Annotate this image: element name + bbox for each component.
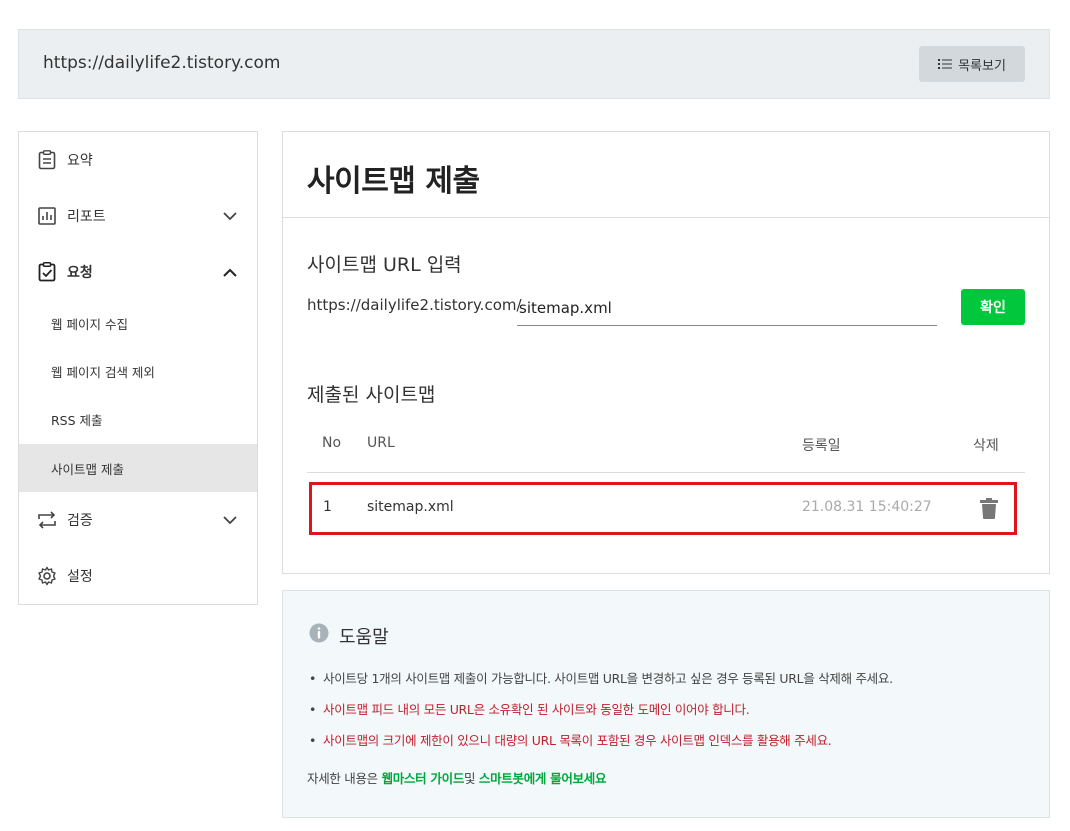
sidebar-subitem-label: 웹 페이지 수집 bbox=[51, 316, 128, 332]
sidebar-item-label: 리포트 bbox=[67, 209, 106, 225]
sidebar-subitem-label: 사이트맵 제출 bbox=[51, 461, 124, 477]
sidebar: 요약 리포트 요청 웹 페이지 수집 웹 페이지 검색 제외 RSS 제출 사이… bbox=[18, 131, 258, 605]
sidebar-item-report[interactable]: 리포트 bbox=[19, 192, 257, 240]
help-item-warning: 사이트맵의 크기에 제한이 있으니 대량의 URL 목록이 포함된 경우 사이트… bbox=[307, 725, 893, 756]
sidebar-item-label: 요약 bbox=[67, 153, 93, 169]
site-header: https://dailylife2.tistory.com 목록보기 bbox=[18, 29, 1050, 99]
list-view-label: 목록보기 bbox=[958, 58, 1006, 74]
row-url: sitemap.xml bbox=[367, 499, 454, 515]
confirm-button[interactable]: 확인 bbox=[961, 289, 1025, 325]
column-header-no: No bbox=[322, 435, 342, 451]
help-footer-mid: 및 bbox=[464, 771, 479, 786]
gear-icon bbox=[37, 566, 57, 586]
table-header-divider bbox=[307, 472, 1025, 473]
sitemap-url-input[interactable] bbox=[517, 290, 937, 326]
row-no: 1 bbox=[323, 499, 332, 515]
url-input-section-title: 사이트맵 URL 입력 bbox=[307, 254, 462, 276]
column-header-url: URL bbox=[367, 435, 395, 451]
table-row: 1 sitemap.xml 21.08.31 15:40:27 bbox=[309, 482, 1017, 535]
sidebar-subitem-sitemap[interactable]: 사이트맵 제출 bbox=[19, 444, 257, 492]
sidebar-subitem-web-page-collect[interactable]: 웹 페이지 수집 bbox=[19, 299, 257, 347]
sitemap-panel: 사이트맵 제출 사이트맵 URL 입력 https://dailylife2.t… bbox=[282, 131, 1050, 574]
sidebar-subitem-label: 웹 페이지 검색 제외 bbox=[51, 364, 155, 380]
help-item-warning: 사이트맵 피드 내의 모든 URL은 소유확인 된 사이트와 동일한 도메인 이… bbox=[307, 694, 893, 725]
trash-icon[interactable] bbox=[980, 498, 1000, 520]
sidebar-item-summary[interactable]: 요약 bbox=[19, 136, 257, 184]
help-footer-prefix: 자세한 내용은 bbox=[307, 771, 382, 786]
submitted-section-title: 제출된 사이트맵 bbox=[307, 384, 436, 406]
smartbot-link[interactable]: 스마트봇에게 물어보세요 bbox=[479, 771, 607, 786]
clipboard-icon bbox=[37, 150, 57, 170]
help-footer: 자세한 내용은 웹마스터 가이드및 스마트봇에게 물어보세요 bbox=[307, 768, 606, 787]
site-url: https://dailylife2.tistory.com bbox=[43, 53, 281, 73]
webmaster-guide-link[interactable]: 웹마스터 가이드 bbox=[382, 771, 465, 786]
help-panel: 도움말 사이트당 1개의 사이트맵 제출이 가능합니다. 사이트맵 URL을 변… bbox=[282, 590, 1050, 818]
sidebar-item-verify[interactable]: 검증 bbox=[19, 496, 257, 544]
sidebar-item-label: 요청 bbox=[67, 265, 93, 281]
url-prefix: https://dailylife2.tistory.com/ bbox=[307, 296, 522, 314]
chevron-down-icon bbox=[223, 513, 237, 527]
column-header-delete: 삭제 bbox=[973, 438, 999, 454]
help-list: 사이트당 1개의 사이트맵 제출이 가능합니다. 사이트맵 URL을 변경하고 … bbox=[307, 663, 893, 756]
repeat-icon bbox=[37, 510, 57, 530]
sidebar-subitem-label: RSS 제출 bbox=[51, 412, 103, 428]
sidebar-item-label: 설정 bbox=[67, 569, 93, 585]
chevron-down-icon bbox=[223, 209, 237, 223]
sidebar-subitem-rss[interactable]: RSS 제출 bbox=[19, 395, 257, 443]
divider bbox=[283, 217, 1049, 218]
sidebar-subitem-web-page-exclude[interactable]: 웹 페이지 검색 제외 bbox=[19, 347, 257, 395]
page-title: 사이트맵 제출 bbox=[307, 164, 480, 199]
sidebar-item-label: 검증 bbox=[67, 513, 93, 529]
bar-chart-icon bbox=[37, 206, 57, 226]
clipboard-check-icon bbox=[37, 262, 57, 282]
row-date: 21.08.31 15:40:27 bbox=[802, 499, 932, 515]
column-header-date: 등록일 bbox=[802, 438, 841, 454]
sidebar-item-request[interactable]: 요청 bbox=[19, 248, 257, 296]
sidebar-item-settings[interactable]: 설정 bbox=[19, 552, 257, 600]
chevron-up-icon bbox=[223, 265, 237, 279]
list-view-button[interactable]: 목록보기 bbox=[919, 46, 1025, 82]
help-title: 도움말 bbox=[339, 627, 389, 648]
help-item: 사이트당 1개의 사이트맵 제출이 가능합니다. 사이트맵 URL을 변경하고 … bbox=[307, 663, 893, 694]
list-icon bbox=[938, 59, 953, 69]
info-icon bbox=[309, 623, 329, 643]
